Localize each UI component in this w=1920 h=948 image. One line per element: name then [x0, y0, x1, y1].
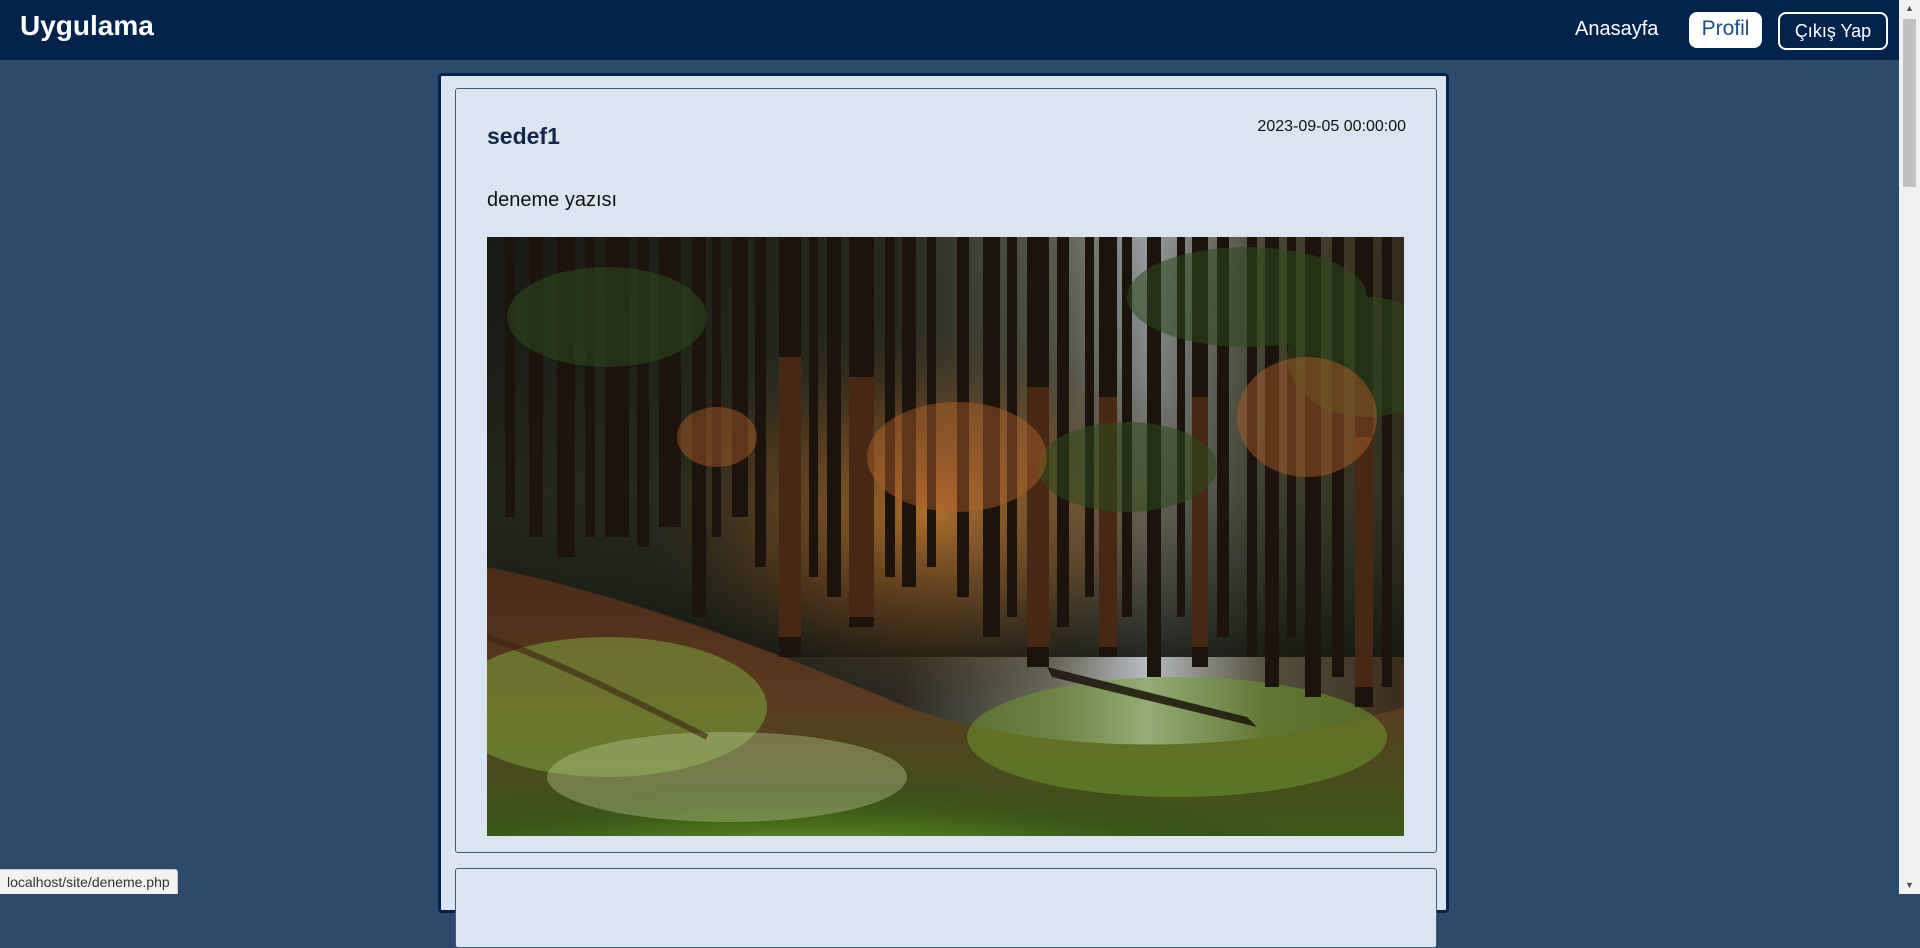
post-card	[455, 868, 1437, 948]
logout-button[interactable]: Çıkış Yap	[1778, 12, 1888, 50]
post-date: 2023-09-05 00:00:00	[1257, 118, 1406, 135]
post-author[interactable]: sedef1	[487, 123, 560, 150]
forest-photo	[487, 237, 1404, 836]
brand-logo[interactable]: Uygulama	[20, 9, 154, 43]
top-navbar: Uygulama Anasayfa Profil Çıkış Yap	[0, 0, 1899, 60]
scroll-up-icon[interactable]: ▲	[1899, 0, 1920, 17]
post-feed: sedef1 2023-09-05 00:00:00 deneme yazısı	[438, 73, 1449, 948]
post-image[interactable]	[487, 237, 1404, 836]
nav-home-link[interactable]: Anasayfa	[1575, 16, 1658, 42]
post-text: deneme yazısı	[487, 189, 618, 211]
scroll-down-icon[interactable]: ▼	[1899, 877, 1920, 894]
vertical-scrollbar[interactable]: ▲ ▼	[1899, 0, 1920, 894]
nav-profile-button[interactable]: Profil	[1689, 12, 1762, 48]
post-card: sedef1 2023-09-05 00:00:00 deneme yazısı	[455, 88, 1437, 853]
status-bar-url: localhost/site/deneme.php	[0, 869, 178, 894]
scroll-thumb[interactable]	[1903, 19, 1916, 187]
